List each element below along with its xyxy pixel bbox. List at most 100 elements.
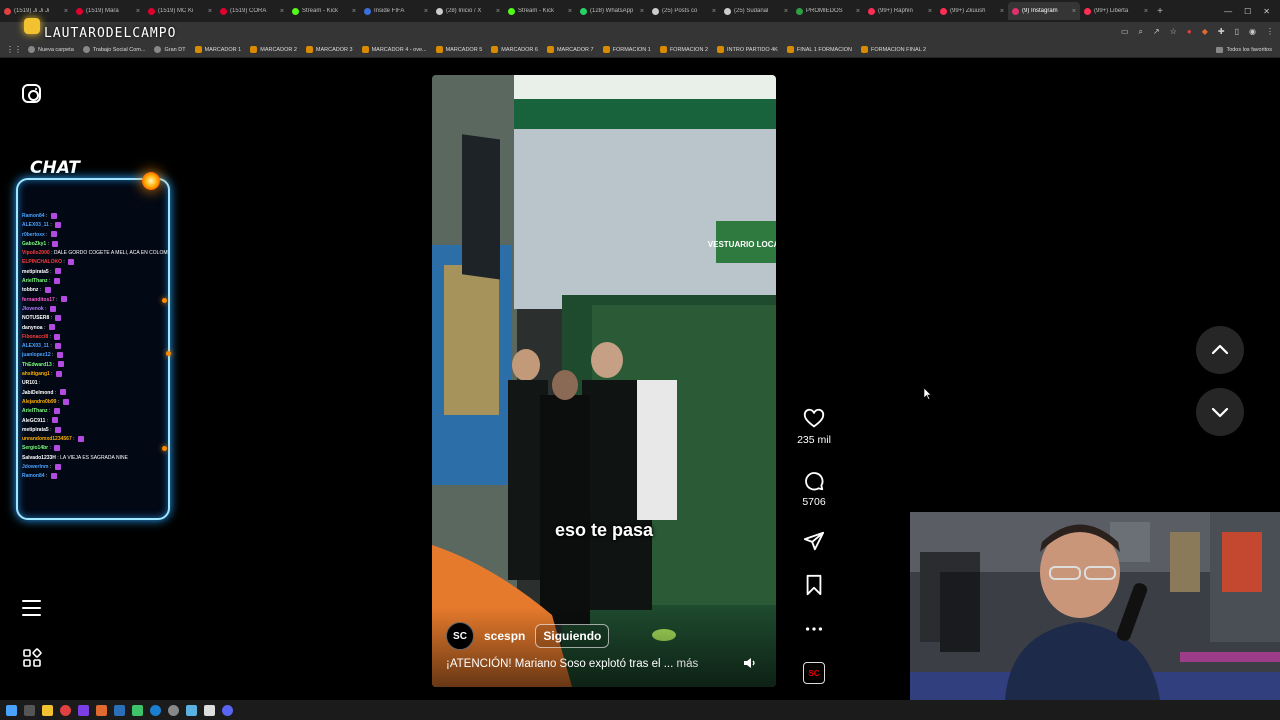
apps-grid-icon[interactable] — [22, 648, 42, 668]
menu-dots-icon[interactable]: ⋮ — [1266, 27, 1274, 37]
browser-tab[interactable]: (25) Sudanal × — [720, 2, 792, 20]
star-icon[interactable]: ☆ — [1170, 27, 1177, 37]
reel-description[interactable]: ¡ATENCIÓN! Mariano Soso explotó tras el … — [446, 658, 698, 670]
instagram-logo-icon[interactable] — [22, 84, 41, 103]
audio-thumbnail[interactable]: SC — [803, 662, 825, 684]
chat-message: unrandomxd1234567 : — [22, 435, 168, 444]
close-tab-icon[interactable]: × — [712, 8, 716, 15]
browser-tab[interactable]: (1519) MC Ki × — [144, 2, 216, 20]
chat-username: NOTUSER8 — [22, 315, 50, 322]
app-icon[interactable] — [132, 704, 143, 716]
close-tab-icon[interactable]: × — [208, 8, 212, 15]
bookmark-item[interactable]: MARCADOR 7 — [546, 46, 594, 53]
profile-icon[interactable]: ◉ — [1249, 27, 1256, 37]
hamburger-menu-icon[interactable] — [22, 600, 41, 616]
extension-icon[interactable]: ◆ — [1202, 27, 1208, 37]
following-button[interactable]: Siguiendo — [535, 624, 610, 648]
chat-separator: : — [50, 352, 55, 359]
browser-tab[interactable]: (9) Instagram × — [1008, 2, 1080, 20]
streamer-badge-icon — [24, 18, 40, 34]
browser-tab[interactable]: PROMIEDOS × — [792, 2, 864, 20]
bookmark-item[interactable]: MARCADOR 5 — [435, 46, 482, 53]
bookmark-item[interactable]: MARCADOR 6 — [491, 46, 538, 53]
browser-tab[interactable]: (25) Posts co × — [648, 2, 720, 20]
discord-icon[interactable] — [222, 704, 233, 716]
app-icon[interactable] — [204, 704, 215, 716]
bookmark-item[interactable]: Trabajo Social Com... — [82, 46, 145, 53]
browser-tab[interactable]: Stream - Kick × — [504, 2, 576, 20]
author-handle[interactable]: scespn — [484, 629, 525, 643]
close-tab-icon[interactable]: × — [568, 8, 572, 15]
new-tab-button[interactable]: + — [1152, 6, 1168, 17]
file-explorer-icon[interactable] — [42, 704, 53, 716]
close-tab-icon[interactable]: × — [784, 8, 788, 15]
bookmark-label: MARCADOR 7 — [556, 46, 594, 53]
extension-icon[interactable]: ● — [1187, 27, 1192, 37]
close-tab-icon[interactable]: × — [496, 8, 500, 15]
close-tab-icon[interactable]: × — [856, 8, 860, 15]
maximize-icon[interactable]: ☐ — [1244, 7, 1251, 16]
bookmark-item[interactable]: FORMACION 1 — [602, 46, 651, 53]
browser-tab[interactable]: (1519) CORA × — [216, 2, 288, 20]
close-tab-icon[interactable]: × — [424, 8, 428, 15]
browser-tab[interactable]: (28) Inicio / X × — [432, 2, 504, 20]
bookmark-item[interactable]: FORMACION FINAL 2 — [860, 46, 926, 53]
chrome-icon[interactable] — [60, 704, 71, 716]
instagram-reels-page: LAUTARODELCAMPO CHAT Ramon84 : ALEX03_11… — [0, 18, 1280, 700]
volume-icon[interactable] — [742, 655, 758, 671]
cast-icon[interactable]: ▭ — [1121, 27, 1129, 37]
browser-tab[interactable]: (99+) Raphin × — [864, 2, 936, 20]
next-reel-button[interactable] — [1196, 388, 1244, 436]
bookmark-item[interactable]: MARCADOR 2 — [250, 46, 297, 53]
bookmark-item[interactable]: Nueva carpeta — [28, 46, 74, 53]
bookmark-item[interactable]: FORMACION 2 — [659, 46, 708, 53]
close-tab-icon[interactable]: × — [928, 8, 932, 15]
bookmark-icon[interactable] — [803, 574, 825, 596]
more-icon[interactable] — [803, 618, 825, 640]
browser-tab[interactable]: Inside FIFA × — [360, 2, 432, 20]
browser-tab[interactable]: (1519) Mara × — [72, 2, 144, 20]
browser-tab[interactable]: (99+) Liberta × — [1080, 2, 1152, 20]
close-tab-icon[interactable]: × — [1144, 8, 1148, 15]
author-avatar[interactable]: SC — [446, 622, 474, 650]
bookmark-item[interactable]: Gran DT — [154, 46, 186, 53]
browser-tab[interactable]: (99+) Zkuush × — [936, 2, 1008, 20]
apps-icon[interactable]: ⋮⋮ — [6, 45, 22, 54]
close-tab-icon[interactable]: × — [1072, 8, 1076, 15]
browser-tab[interactable]: Stream - Kick × — [288, 2, 360, 20]
close-tab-icon[interactable]: × — [136, 8, 140, 15]
app-icon[interactable] — [96, 704, 107, 716]
close-tab-icon[interactable]: × — [352, 8, 356, 15]
all-bookmarks[interactable]: Todos los favoritos — [1216, 46, 1280, 53]
app-icon[interactable] — [150, 704, 161, 716]
obs-icon[interactable] — [168, 704, 179, 716]
reel-video[interactable]: VESTUARIO LOCAL eso te pasa SC scespn Si… — [432, 75, 776, 687]
close-window-icon[interactable]: ✕ — [1263, 7, 1270, 16]
previous-reel-button[interactable] — [1196, 326, 1244, 374]
puzzle-icon[interactable]: ✚ — [1218, 27, 1225, 37]
more-link[interactable]: más — [677, 658, 699, 670]
close-tab-icon[interactable]: × — [1000, 8, 1004, 15]
bookmark-item[interactable]: MARCADOR 3 — [305, 46, 353, 53]
app-icon[interactable] — [186, 704, 197, 716]
app-icon[interactable] — [78, 704, 89, 716]
heart-icon[interactable] — [803, 408, 825, 430]
comment-icon[interactable] — [803, 470, 825, 492]
share-icon[interactable]: ↗ — [1153, 27, 1160, 37]
search-icon[interactable] — [24, 704, 35, 716]
bookmark-item[interactable]: FINAL 1 FORMACION — [786, 46, 852, 53]
bookmark-item[interactable]: INTRO PARTIDO 4K — [717, 46, 778, 53]
close-tab-icon[interactable]: × — [280, 8, 284, 15]
minimize-icon[interactable]: — — [1224, 7, 1232, 16]
bookmark-item[interactable]: MARCADOR 1 — [194, 46, 241, 53]
close-tab-icon[interactable]: × — [640, 8, 644, 15]
sidebar-icon[interactable]: ▯ — [1235, 27, 1239, 37]
bookmark-item[interactable]: MARCADOR 4 - ove... — [361, 46, 427, 53]
steam-icon[interactable] — [114, 704, 125, 716]
start-icon[interactable] — [6, 704, 17, 716]
tab-favicon-icon — [652, 7, 659, 15]
send-icon[interactable] — [803, 530, 825, 552]
close-tab-icon[interactable]: × — [64, 8, 68, 15]
browser-tab[interactable]: (128) WhatsApp × — [576, 2, 648, 20]
zoom-icon[interactable]: ⌕ — [1139, 27, 1143, 37]
